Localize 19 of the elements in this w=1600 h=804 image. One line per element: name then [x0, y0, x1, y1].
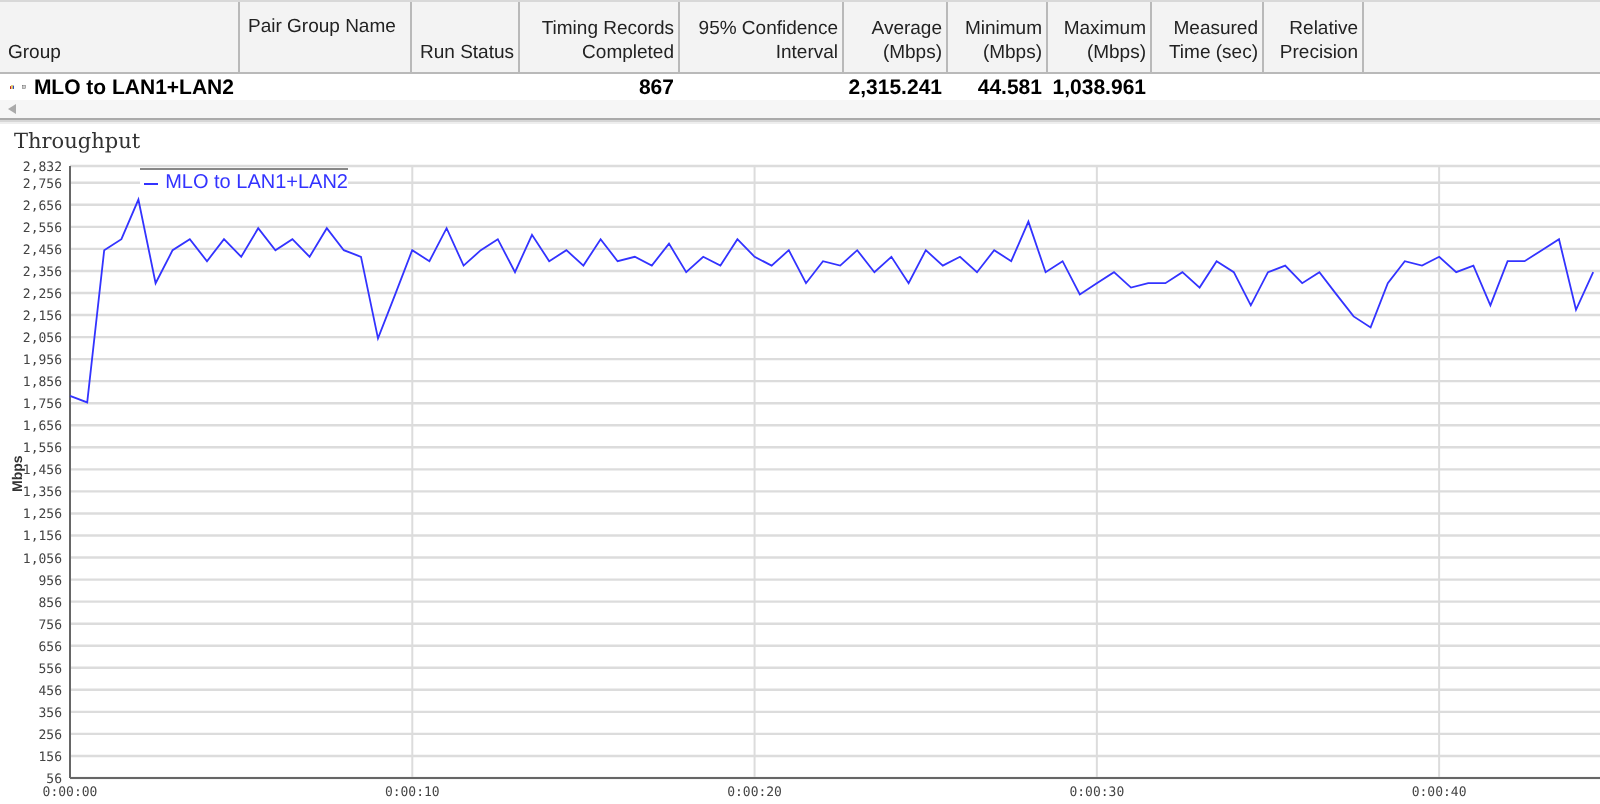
- scroll-left-icon[interactable]: [8, 104, 16, 114]
- column-header[interactable]: Average (Mbps): [852, 18, 942, 66]
- column-header[interactable]: Run Status: [420, 42, 514, 66]
- table-cell: 1,038.961: [1052, 75, 1146, 99]
- legend-label: MLO to LAN1+LAN2: [165, 172, 348, 194]
- chart-title: Throughput: [12, 128, 143, 158]
- column-header[interactable]: Pair Group Name: [248, 16, 396, 40]
- column-header[interactable]: Timing Records Completed: [528, 18, 674, 66]
- table-cell: MLO to LAN1+LAN2: [33, 75, 234, 99]
- legend-line-icon: [144, 181, 158, 185]
- table-cell: 44.581: [977, 75, 1042, 99]
- column-header[interactable]: Maximum (Mbps): [1056, 18, 1146, 66]
- table-cell: 867: [638, 75, 674, 99]
- column-header[interactable]: Group: [8, 42, 61, 66]
- column-header[interactable]: Relative Precision: [1272, 18, 1358, 66]
- column-header[interactable]: Minimum (Mbps): [956, 18, 1042, 66]
- column-header[interactable]: Measured Time (sec): [1160, 18, 1258, 66]
- column-header[interactable]: 95% Confidence Interval: [688, 18, 838, 66]
- table-cell: 2,315.241: [848, 75, 942, 99]
